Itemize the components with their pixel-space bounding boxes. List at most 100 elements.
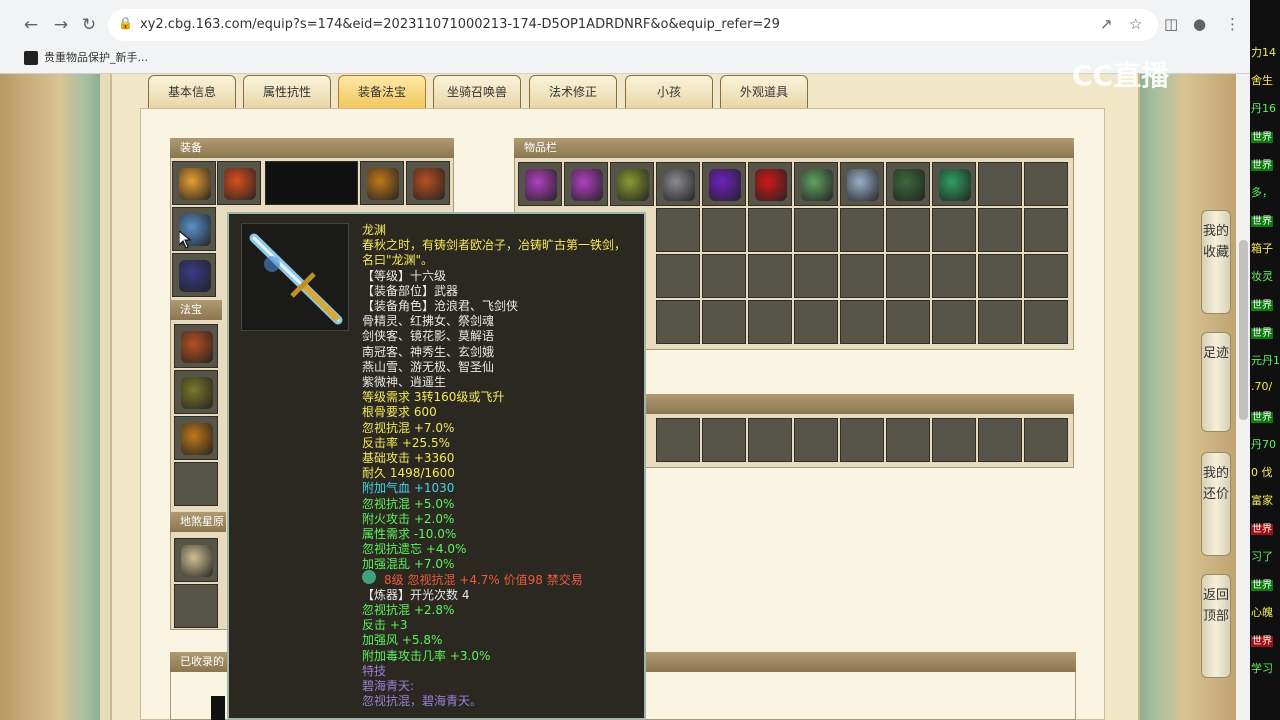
- inventory-slot[interactable]: [794, 162, 838, 206]
- reload-icon[interactable]: ↻: [78, 14, 100, 36]
- storage-slot[interactable]: [794, 418, 838, 462]
- tab-2[interactable]: 装备法宝: [338, 75, 426, 108]
- tab-6[interactable]: 外观道具: [720, 75, 808, 108]
- inventory-slot[interactable]: [748, 208, 792, 252]
- tooltip-line: 忽视抗遗忘 +4.0%: [362, 542, 467, 557]
- url-text[interactable]: xy2.cbg.163.com/equip?s=174&eid=20231107…: [140, 17, 780, 32]
- forward-icon[interactable]: →: [50, 14, 72, 36]
- equipment-slot[interactable]: [174, 370, 218, 414]
- side-button-3[interactable]: 返回顶部: [1201, 574, 1231, 678]
- side-button-1[interactable]: 足迹: [1201, 332, 1231, 432]
- item-icon: [939, 169, 971, 201]
- chat-text: 世界: [1251, 328, 1273, 339]
- equipment-slot[interactable]: [265, 161, 358, 205]
- tooltip-line: 【炼器】开光次数 4: [362, 587, 470, 602]
- inventory-slot[interactable]: [748, 162, 792, 206]
- inventory-slot[interactable]: [1024, 254, 1068, 298]
- bookmark-item[interactable]: 贵重物品保护_新手...: [24, 49, 148, 65]
- profile-icon[interactable]: ●: [1193, 15, 1206, 33]
- equipment-slot[interactable]: [172, 253, 216, 297]
- inventory-slot[interactable]: [978, 300, 1022, 344]
- storage-slot[interactable]: [932, 418, 976, 462]
- inventory-slot[interactable]: [656, 208, 700, 252]
- storage-slot[interactable]: [978, 418, 1022, 462]
- inventory-slot[interactable]: [702, 162, 746, 206]
- equipment-slot[interactable]: [406, 161, 450, 205]
- tooltip-line: 忽视抗混，碧海青天。: [362, 694, 483, 709]
- star-icon[interactable]: ☆: [1129, 15, 1142, 33]
- equipment-slot[interactable]: [174, 416, 218, 460]
- equipment-slot[interactable]: [217, 161, 261, 205]
- equipment-slot[interactable]: [174, 324, 218, 368]
- tooltip-line: 【等级】十六级: [362, 268, 447, 283]
- inventory-slot[interactable]: [794, 254, 838, 298]
- inventory-slot[interactable]: [932, 300, 976, 344]
- equipment-slot[interactable]: [174, 538, 218, 582]
- inventory-slot[interactable]: [656, 300, 700, 344]
- sidebar-icon[interactable]: ◫: [1164, 15, 1178, 33]
- chat-line: .70/: [1251, 380, 1272, 393]
- item-icon: [525, 169, 557, 201]
- equipment-slot[interactable]: [174, 584, 218, 628]
- chat-text: 世界: [1251, 160, 1273, 171]
- chat-text: 富家: [1251, 494, 1273, 507]
- inventory-slot[interactable]: [840, 300, 884, 344]
- equipment-slot[interactable]: [360, 161, 404, 205]
- inventory-slot[interactable]: [840, 208, 884, 252]
- storage-slot[interactable]: [656, 418, 700, 462]
- inventory-slot[interactable]: [1024, 300, 1068, 344]
- inventory-slot[interactable]: [702, 254, 746, 298]
- inventory-slot[interactable]: [932, 208, 976, 252]
- inventory-slot[interactable]: [886, 208, 930, 252]
- inventory-slot[interactable]: [748, 300, 792, 344]
- inventory-slot[interactable]: [840, 254, 884, 298]
- inventory-slot[interactable]: [840, 162, 884, 206]
- chat-line: 舍生: [1251, 72, 1273, 88]
- inventory-slot[interactable]: [978, 162, 1022, 206]
- chat-line: 世界: [1251, 128, 1273, 143]
- side-button-0[interactable]: 我的收藏: [1201, 210, 1231, 314]
- inventory-slot[interactable]: [794, 208, 838, 252]
- inventory-slot[interactable]: [702, 208, 746, 252]
- scrollbar-thumb[interactable]: [1239, 240, 1248, 420]
- storage-slot[interactable]: [840, 418, 884, 462]
- side-button-2[interactable]: 我的还价: [1201, 452, 1231, 556]
- inventory-slot[interactable]: [932, 254, 976, 298]
- inventory-slot[interactable]: [1024, 162, 1068, 206]
- inventory-slot[interactable]: [610, 162, 654, 206]
- inventory-slot[interactable]: [702, 300, 746, 344]
- inventory-slot[interactable]: [886, 300, 930, 344]
- tab-4[interactable]: 法术修正: [529, 75, 617, 108]
- tooltip-line: 特技: [362, 663, 387, 678]
- inventory-slot[interactable]: [1024, 208, 1068, 252]
- inventory-slot[interactable]: [886, 162, 930, 206]
- tab-0[interactable]: 基本信息: [148, 75, 236, 108]
- inventory-slot[interactable]: [748, 254, 792, 298]
- tooltip-line: 骨精灵、红拂女、祭剑魂: [362, 314, 495, 329]
- inventory-slot[interactable]: [932, 162, 976, 206]
- inventory-slot[interactable]: [656, 254, 700, 298]
- inventory-slot[interactable]: [518, 162, 562, 206]
- inventory-slot[interactable]: [978, 208, 1022, 252]
- tab-1[interactable]: 属性抗性: [243, 75, 331, 108]
- storage-slot[interactable]: [702, 418, 746, 462]
- back-icon[interactable]: ←: [20, 14, 42, 36]
- equipment-slot[interactable]: [174, 462, 218, 506]
- tooltip-line: 紫微神、逍遥生: [362, 375, 447, 390]
- inventory-slot[interactable]: [886, 254, 930, 298]
- item-icon: [179, 260, 211, 292]
- storage-slot[interactable]: [748, 418, 792, 462]
- tooltip-line: 附火攻击 +2.0%: [362, 511, 455, 526]
- chat-line: 丹16: [1251, 100, 1276, 116]
- storage-slot[interactable]: [1024, 418, 1068, 462]
- storage-slot[interactable]: [886, 418, 930, 462]
- menu-icon[interactable]: ⋮: [1225, 15, 1240, 33]
- tab-5[interactable]: 小孩: [625, 75, 713, 108]
- equipment-slot[interactable]: [172, 161, 216, 205]
- share-icon[interactable]: ↗: [1100, 15, 1113, 33]
- inventory-slot[interactable]: [794, 300, 838, 344]
- inventory-slot[interactable]: [978, 254, 1022, 298]
- inventory-slot[interactable]: [564, 162, 608, 206]
- inventory-slot[interactable]: [656, 162, 700, 206]
- tab-3[interactable]: 坐骑召唤兽: [433, 75, 521, 108]
